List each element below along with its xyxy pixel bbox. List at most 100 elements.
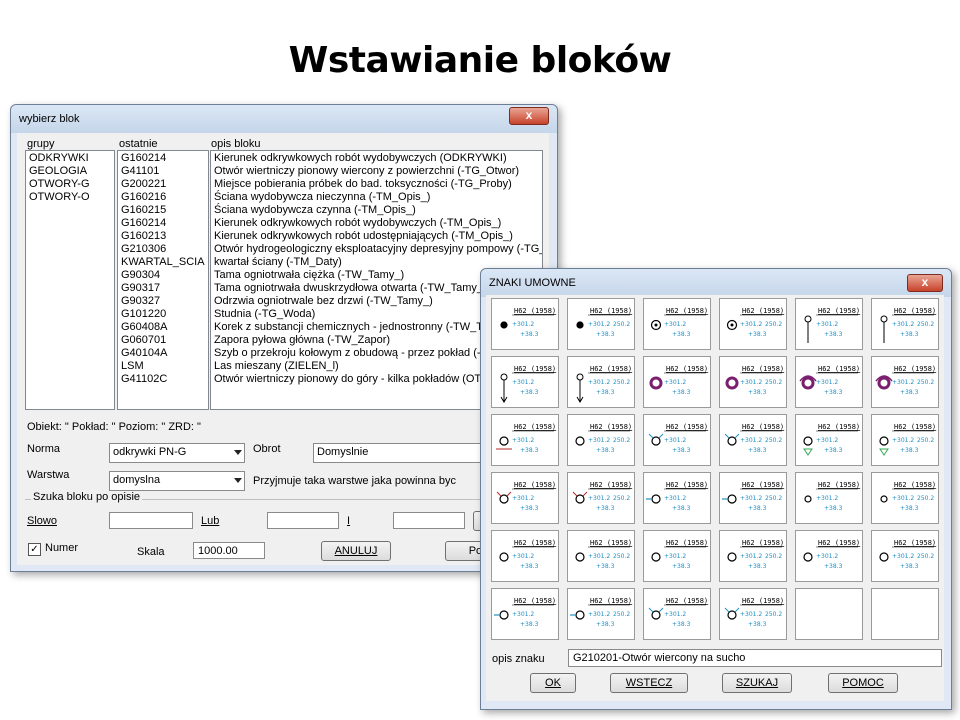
symbol-cell[interactable]: H62 (1958) +301.2 250.2 +38.3 xyxy=(719,472,787,524)
symbol-value-3: 250.2 xyxy=(917,321,934,328)
symbol-cell[interactable]: H62 (1958) +301.2 250.2 +38.3 xyxy=(567,588,635,640)
symbol-cell[interactable]: H62 (1958) +301.2 250.2 +38.3 xyxy=(567,472,635,524)
warstwa-dropdown[interactable]: domyslna xyxy=(109,471,245,491)
symbol-cell[interactable]: H62 (1958) +301.2 +38.3 xyxy=(491,298,559,350)
symbol-cell[interactable]: H62 (1958) +301.2 250.2 +38.3 xyxy=(719,298,787,350)
symbol-cell[interactable]: H62 (1958) +301.2 250.2 +38.3 xyxy=(567,298,635,350)
recent-item[interactable]: G41101 xyxy=(118,165,208,178)
map-symbol-icon: H62 (1958) +301.2 +38.3 xyxy=(500,365,556,403)
recent-item[interactable]: LSM xyxy=(118,360,208,373)
recent-list[interactable]: G160214 G41101 G200221 G160216 G160215 G16021… xyxy=(117,150,209,410)
help-button[interactable]: POMOC xyxy=(828,673,898,693)
symbol-cell[interactable]: H62 (1958) +301.2 250.2 +38.3 xyxy=(567,414,635,466)
description-item[interactable]: Ściana wydobywcza czynna (-TM_Opis_) xyxy=(211,204,542,217)
recent-item[interactable]: G90317 xyxy=(118,282,208,295)
symbol-cell[interactable]: H62 (1958) +301.2 +38.3 xyxy=(795,530,863,582)
symbol-value-1: +301.2 xyxy=(816,495,838,502)
symbol-cell[interactable]: H62 (1958) +301.2 +38.3 xyxy=(643,298,711,350)
numer-checkbox[interactable]: ✓ xyxy=(28,543,41,556)
close-button[interactable]: x xyxy=(509,107,549,125)
symbol-cell[interactable]: H62 (1958) +301.2 +38.3 xyxy=(643,588,711,640)
recent-item[interactable]: KWARTAL_SCIA xyxy=(118,256,208,269)
close-button[interactable]: x xyxy=(907,274,943,292)
opis-znaku-field[interactable]: G210201-Otwór wiercony na sucho xyxy=(568,649,942,667)
symbol-cell[interactable]: H62 (1958) +301.2 +38.3 xyxy=(491,472,559,524)
symbol-value-1: +301.2 xyxy=(512,553,534,560)
symbol-cell[interactable]: H62 (1958) +301.2 250.2 +38.3 xyxy=(567,356,635,408)
symbol-value-1: +301.2 xyxy=(588,321,610,328)
cancel-button-label: ANULUJ xyxy=(334,545,378,557)
symbol-cell[interactable]: H62 (1958) +301.2 250.2 +38.3 xyxy=(719,414,787,466)
symbol-cell[interactable]: H62 (1958) +301.2 +38.3 xyxy=(795,472,863,524)
recent-item[interactable]: G160214 xyxy=(118,217,208,230)
description-item[interactable]: Miejsce pobierania próbek do bad. toksyc… xyxy=(211,178,542,191)
symbol-cell[interactable]: H62 (1958) +301.2 250.2 +38.3 xyxy=(871,298,939,350)
symbol-value-3: 250.2 xyxy=(917,437,934,444)
symbol-value-3: 250.2 xyxy=(765,495,782,502)
symbol-cell[interactable]: H62 (1958) +301.2 +38.3 xyxy=(491,530,559,582)
description-item[interactable]: Kierunek odkrywkowych robót wydobywczych… xyxy=(211,217,542,230)
symbol-cell[interactable]: H62 (1958) +301.2 250.2 +38.3 xyxy=(719,530,787,582)
description-item[interactable]: Kierunek odkrywkowych robót udostępniają… xyxy=(211,230,542,243)
lub-input[interactable] xyxy=(267,512,339,529)
symbol-cell[interactable]: H62 (1958) +301.2 +38.3 xyxy=(795,414,863,466)
symbol-title: H62 (1958) xyxy=(590,481,632,489)
symbol-cell[interactable]: H62 (1958) +301.2 +38.3 xyxy=(491,356,559,408)
recent-item[interactable]: G40104A xyxy=(118,347,208,360)
symbol-cell[interactable]: H62 (1958) +301.2 250.2 +38.3 xyxy=(719,588,787,640)
symbol-cell[interactable]: H62 (1958) +301.2 +38.3 xyxy=(491,588,559,640)
description-item[interactable]: Otwór hydrogeologiczny eksploatacyjny de… xyxy=(211,243,542,256)
symbol-cell[interactable]: H62 (1958) +301.2 250.2 +38.3 xyxy=(871,356,939,408)
obrot-dropdown[interactable]: Domyslnie xyxy=(313,443,485,463)
symbol-cell[interactable]: H62 (1958) +301.2 +38.3 xyxy=(795,298,863,350)
symbol-cell[interactable]: H62 (1958) +301.2 +38.3 xyxy=(643,356,711,408)
recent-item[interactable]: G160215 xyxy=(118,204,208,217)
symbol-cell-empty[interactable] xyxy=(871,588,939,640)
recent-item[interactable]: G160213 xyxy=(118,230,208,243)
symbol-value-2: +38.3 xyxy=(596,505,615,512)
symbol-cell[interactable]: H62 (1958) +301.2 250.2 +38.3 xyxy=(871,530,939,582)
group-item[interactable]: GEOLOGIA xyxy=(26,165,114,178)
skala-input[interactable]: 1000.00 xyxy=(193,542,265,559)
symbol-cell[interactable]: H62 (1958) +301.2 250.2 +38.3 xyxy=(719,356,787,408)
symbol-cell[interactable]: H62 (1958) +301.2 +38.3 xyxy=(643,472,711,524)
back-button[interactable]: WSTECZ xyxy=(610,673,688,693)
symbol-value-1: +301.2 xyxy=(892,437,914,444)
recent-item[interactable]: G200221 xyxy=(118,178,208,191)
symbol-value-2: +38.3 xyxy=(824,447,843,454)
description-item[interactable]: Otwór wiertniczy pionowy wiercony z powi… xyxy=(211,165,542,178)
groups-list[interactable]: ODKRYWKI GEOLOGIA OTWORY-G OTWORY-O xyxy=(25,150,115,410)
opis-znaku-label: opis znaku xyxy=(492,653,545,665)
symbol-cell[interactable]: H62 (1958) +301.2 +38.3 xyxy=(643,530,711,582)
group-item[interactable]: ODKRYWKI xyxy=(26,152,114,165)
norma-dropdown[interactable]: odkrywki PN-G xyxy=(109,443,245,463)
description-item[interactable]: Ściana wydobywcza nieczynna (-TM_Opis_) xyxy=(211,191,542,204)
symbol-title: H62 (1958) xyxy=(590,597,632,605)
description-item[interactable]: Kierunek odkrywkowych robót wydobywczych… xyxy=(211,152,542,165)
symbol-cell-empty[interactable] xyxy=(795,588,863,640)
symbol-cell[interactable]: H62 (1958) +301.2 250.2 +38.3 xyxy=(871,472,939,524)
recent-item[interactable]: G41102C xyxy=(118,373,208,386)
search-button[interactable]: SZUKAJ xyxy=(722,673,792,693)
slowo-input[interactable] xyxy=(109,512,193,529)
symbol-cell[interactable]: H62 (1958) +301.2 250.2 +38.3 xyxy=(567,530,635,582)
symbol-cell[interactable]: H62 (1958) +301.2 250.2 +38.3 xyxy=(871,414,939,466)
symbol-cell[interactable]: H62 (1958) +301.2 +38.3 xyxy=(795,356,863,408)
cancel-button[interactable]: ANULUJ xyxy=(321,541,391,561)
group-item[interactable]: OTWORY-G xyxy=(26,178,114,191)
symbol-value-1: +301.2 xyxy=(588,611,610,618)
recent-item[interactable]: G160214 xyxy=(118,152,208,165)
i-input[interactable] xyxy=(393,512,465,529)
map-symbol-icon: H62 (1958) +301.2 250.2 +38.3 xyxy=(875,365,936,396)
symbol-cell[interactable]: H62 (1958) +301.2 +38.3 xyxy=(643,414,711,466)
symbol-cell[interactable]: H62 (1958) +301.2 +38.3 xyxy=(491,414,559,466)
recent-item[interactable]: G160216 xyxy=(118,191,208,204)
recent-item[interactable]: G060701 xyxy=(118,334,208,347)
group-item[interactable]: OTWORY-O xyxy=(26,191,114,204)
recent-item[interactable]: G60408A xyxy=(118,321,208,334)
recent-item[interactable]: G101220 xyxy=(118,308,208,321)
recent-item[interactable]: G90327 xyxy=(118,295,208,308)
ok-button[interactable]: OK xyxy=(530,673,576,693)
recent-item[interactable]: G210306 xyxy=(118,243,208,256)
recent-item[interactable]: G90304 xyxy=(118,269,208,282)
